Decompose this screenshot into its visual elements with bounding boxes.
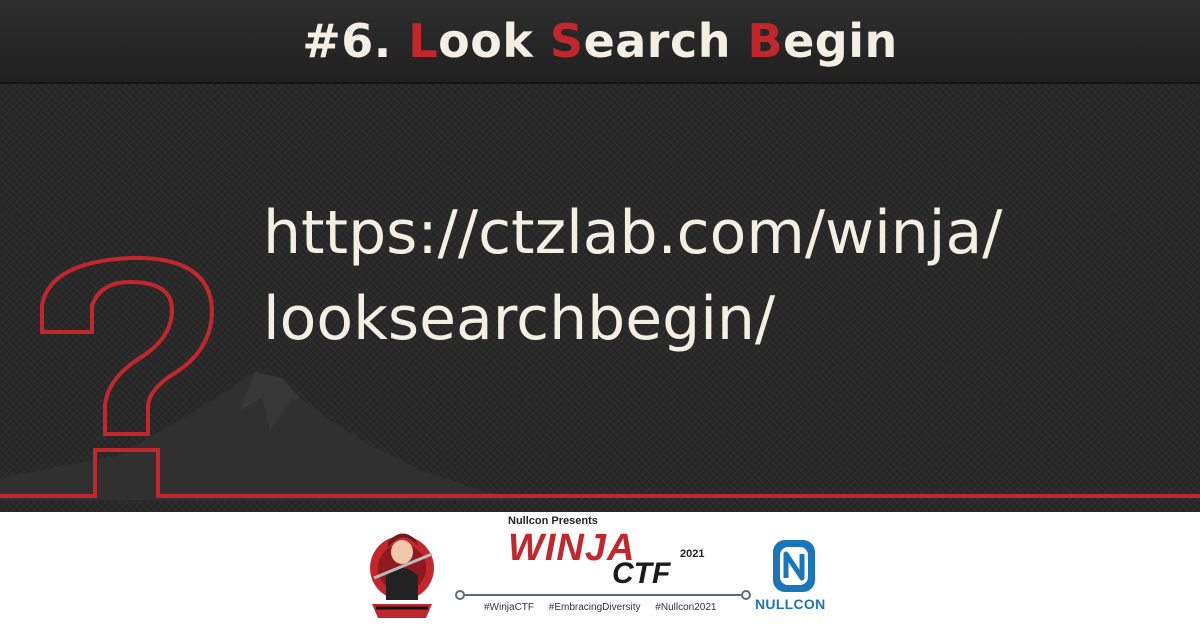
- url-line-1: https://ctzlab.com/winja/: [263, 198, 1003, 268]
- hashtag-3: #Nullcon2021: [655, 602, 717, 613]
- title-rest-3: egin: [783, 14, 898, 68]
- challenge-url: https://ctzlab.com/winja/ looksearchbegi…: [263, 190, 1002, 362]
- page-title: #6. Look Search Begin: [0, 14, 1200, 68]
- title-initial-3: B: [747, 14, 784, 68]
- hero-panel: #6. Look Search Begin https://ctzlab.com…: [0, 0, 1200, 512]
- event-year: 2021: [680, 548, 705, 560]
- sponsor-name: NULLCON: [755, 596, 826, 612]
- title-initial-1: L: [408, 14, 439, 68]
- title-initial-2: S: [549, 14, 584, 68]
- nullcon-logo-icon: [773, 540, 815, 592]
- url-line-2: looksearchbegin/: [263, 284, 776, 354]
- event-suffix: CTF: [612, 557, 671, 590]
- hashtag-list: #WinjaCTF #EmbracingDiversity #Nullcon20…: [484, 602, 726, 613]
- title-number: #6.: [302, 14, 392, 68]
- title-rest-2: earch: [583, 14, 732, 68]
- ninja-mascot-logo: [370, 533, 434, 618]
- hashtag-2: #EmbracingDiversity: [548, 602, 641, 613]
- hashtag-1: #WinjaCTF: [484, 602, 535, 613]
- presents-label: Nullcon Presents: [508, 515, 598, 527]
- sponsor-footer: Nullcon Presents WINJA 2021 CTF #WinjaCT…: [0, 512, 1200, 628]
- timeline-line: [455, 590, 751, 600]
- title-rest-1: ook: [438, 14, 534, 68]
